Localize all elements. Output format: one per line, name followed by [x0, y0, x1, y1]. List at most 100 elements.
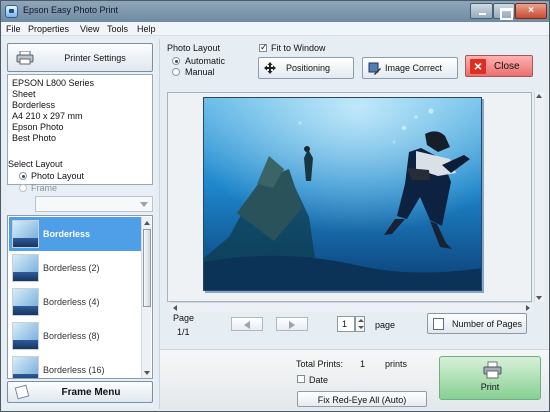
layout-item-label: Borderless (2) — [43, 263, 100, 273]
app-icon — [5, 5, 18, 18]
image-correct-icon — [368, 62, 381, 75]
layout-item-borderless-8[interactable]: Borderless (8) — [9, 319, 141, 353]
printer-icon — [16, 51, 34, 65]
printer-info-line: EPSON L800 Series — [12, 78, 95, 88]
close-icon: × — [470, 59, 486, 74]
photo-layout-heading: Photo Layout — [167, 43, 221, 53]
previous-page-button[interactable] — [231, 317, 263, 331]
printer-info-line: Epson Photo — [12, 122, 64, 132]
printer-info-line: Borderless — [12, 100, 56, 110]
photo-layout-radio[interactable] — [19, 172, 27, 180]
scroll-down-arrow-icon[interactable] — [536, 296, 542, 300]
close-button[interactable]: × Close — [465, 55, 533, 77]
preview-horizontal-scrollbar[interactable] — [171, 302, 532, 312]
layout-item-borderless-16[interactable]: Borderless (16) — [9, 353, 141, 378]
image-correct-label: Image Correct — [385, 63, 443, 73]
page-count: 1/1 — [177, 327, 190, 337]
bottom-print-panel: Total Prints: 1 prints Date Fix Red-Eye … — [160, 349, 549, 410]
fit-to-window-checkbox[interactable] — [259, 42, 268, 53]
printer-icon — [483, 361, 502, 379]
left-panel: Printer Settings EPSON L800 Series Sheet… — [7, 39, 155, 407]
fix-red-eye-button[interactable]: Fix Red-Eye All (Auto) — [297, 391, 427, 407]
date-checkbox[interactable] — [297, 375, 305, 383]
printer-info-line: Best Photo — [12, 133, 57, 143]
select-layout-heading: Select Layout — [8, 159, 63, 169]
underwater-photo — [204, 98, 481, 290]
next-page-button[interactable] — [276, 317, 308, 331]
layout-list: Borderless Borderless (2) Borderless (4)… — [7, 215, 153, 379]
total-prints-value: 1 — [360, 359, 366, 369]
layout-item-label: Borderless (8) — [43, 331, 100, 341]
printer-settings-label: Printer Settings — [64, 53, 126, 63]
printer-settings-button[interactable]: Printer Settings — [7, 43, 153, 72]
frame-radio[interactable] — [19, 184, 27, 192]
print-label: Print — [480, 382, 500, 392]
layout-thumbnail — [12, 288, 39, 316]
manual-radio[interactable] — [172, 68, 180, 76]
scroll-down-arrow-icon[interactable] — [143, 368, 151, 378]
scroll-right-arrow-icon[interactable] — [526, 305, 530, 311]
frame-menu-button[interactable]: Frame Menu — [7, 381, 153, 403]
number-of-pages-label: Number of Pages — [452, 319, 523, 329]
page-number-input[interactable]: 1 — [337, 316, 355, 332]
layout-item-label: Borderless (4) — [43, 297, 100, 307]
layout-list-scrollbar[interactable] — [141, 217, 151, 378]
layout-item-label: Borderless — [43, 229, 91, 239]
fit-to-window-label: Fit to Window — [271, 43, 326, 53]
layout-item-borderless-4[interactable]: Borderless (4) — [9, 285, 141, 319]
move-icon — [264, 62, 276, 74]
automatic-label: Automatic — [185, 56, 226, 66]
positioning-label: Positioning — [286, 63, 331, 73]
layout-item-borderless[interactable]: Borderless — [9, 217, 141, 251]
total-prints-label: Total Prints: — [296, 359, 344, 369]
scroll-left-arrow-icon[interactable] — [173, 305, 177, 311]
manual-label: Manual — [185, 67, 215, 77]
layout-thumbnail — [12, 356, 39, 378]
layout-thumbnail — [12, 254, 39, 282]
frame-menu-label: Frame Menu — [61, 387, 121, 398]
menu-view[interactable]: View — [80, 24, 99, 34]
window-close-button[interactable]: × — [515, 3, 547, 19]
printer-info-line: Sheet — [12, 89, 36, 99]
date-label: Date — [309, 375, 329, 385]
printer-info-line: A4 210 x 297 mm — [12, 111, 83, 121]
close-label: Close — [494, 61, 520, 72]
top-controls: Photo Layout Automatic Manual Fit to Win… — [165, 39, 545, 89]
number-of-pages-button[interactable]: Number of Pages — [427, 313, 527, 334]
scroll-up-arrow-icon[interactable] — [143, 218, 151, 228]
window-title: Epson Easy Photo Print — [23, 5, 119, 15]
frame-icon — [14, 384, 30, 400]
layout-thumbnail — [12, 220, 39, 248]
prints-unit-label: prints — [385, 359, 408, 369]
positioning-button[interactable]: Positioning — [258, 57, 354, 79]
scroll-thumb[interactable] — [143, 229, 151, 307]
automatic-radio[interactable] — [172, 57, 180, 65]
fix-red-eye-label: Fix Red-Eye All (Auto) — [317, 395, 407, 405]
preview-photo[interactable] — [203, 97, 482, 291]
photo-layout-option-label: Photo Layout — [31, 171, 85, 181]
menu-tools[interactable]: Tools — [107, 24, 128, 34]
minimize-button[interactable] — [470, 3, 493, 19]
print-preview-area — [167, 92, 532, 302]
pages-icon — [433, 318, 444, 330]
preview-vertical-scrollbar[interactable] — [534, 92, 544, 302]
image-correct-button[interactable]: Image Correct — [362, 57, 458, 79]
page-label: Page — [173, 313, 195, 323]
layout-item-borderless-2[interactable]: Borderless (2) — [9, 251, 141, 285]
page-navigation: Page 1/1 1 page Number of Pages — [171, 313, 541, 348]
scroll-up-arrow-icon[interactable] — [536, 94, 542, 98]
menu-file[interactable]: File — [6, 24, 21, 34]
frame-dropdown[interactable] — [35, 196, 153, 212]
menu-bar: File Properties View Tools Help — [1, 22, 549, 36]
page-number-stepper[interactable] — [355, 316, 365, 332]
menu-properties[interactable]: Properties — [28, 24, 69, 34]
layout-item-label: Borderless (16) — [43, 365, 105, 375]
title-bar: Epson Easy Photo Print × — [1, 1, 549, 22]
page-unit-label: page — [375, 320, 396, 330]
print-button[interactable]: Print — [439, 356, 541, 400]
frame-option-label: Frame — [31, 183, 58, 193]
layout-thumbnail — [12, 322, 39, 350]
maximize-button[interactable] — [493, 3, 515, 20]
chevron-down-icon — [140, 202, 148, 207]
menu-help[interactable]: Help — [137, 24, 156, 34]
